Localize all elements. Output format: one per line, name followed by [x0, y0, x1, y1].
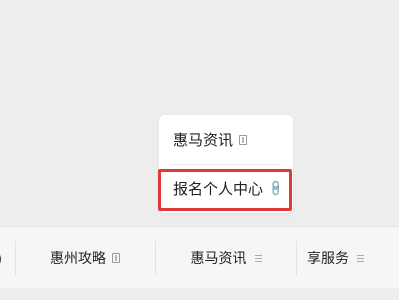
menu-item-huizhou-guide[interactable]: 惠州攻略: [15, 227, 155, 289]
menu-item-services[interactable]: 享服务: [297, 227, 399, 289]
submenu-item-huima-news[interactable]: 惠马资讯: [159, 115, 293, 164]
submenu-item-label: 惠马资讯: [173, 131, 234, 149]
menu-lines-icon: [357, 254, 364, 262]
menu-item-label: 惠州攻略: [50, 251, 106, 267]
menu-item-huima-news[interactable]: 惠马资讯: [156, 227, 296, 289]
menu-item-label: 惠马资讯: [190, 251, 247, 267]
keyboard-toggle-fragment[interactable]: ): [0, 227, 14, 289]
submenu-item-registration-center[interactable]: 报名个人中心 🔗: [159, 164, 293, 213]
page-icon: [112, 253, 120, 263]
link-icon: 🔗: [266, 179, 286, 198]
submenu-popup: 惠马资讯 报名个人中心 🔗: [159, 115, 293, 213]
page-icon: [239, 134, 248, 145]
chat-background: 惠马资讯 报名个人中心 🔗 ) 惠州攻略 惠马资讯 享服务: [0, 0, 399, 300]
bottom-menu-bar: ) 惠州攻略 惠马资讯 享服务: [0, 226, 399, 289]
keyboard-icon-fragment: ): [0, 249, 2, 268]
menu-item-label: 享服务: [307, 251, 349, 267]
bottom-safe-area: [0, 288, 399, 300]
submenu-item-label: 报名个人中心: [173, 180, 264, 198]
menu-lines-icon: [254, 254, 262, 262]
